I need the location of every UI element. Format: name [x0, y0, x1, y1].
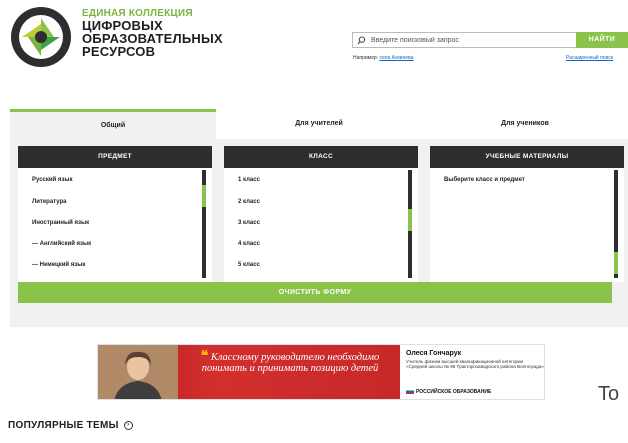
list-item[interactable]: — Английский язык	[32, 241, 91, 247]
tab-students[interactable]: Для учеников	[422, 109, 628, 139]
search-example-link[interactable]: села Ахкинева	[379, 55, 413, 61]
search-button[interactable]: НАЙТИ	[576, 32, 628, 48]
banner-quote: ❝ Классному руководителю необходимо пони…	[184, 349, 396, 375]
list-item[interactable]: Русский язык	[32, 177, 73, 183]
list-item[interactable]: Литература	[32, 199, 67, 205]
person-description: Учитель физики высшей квалификационной к…	[406, 359, 544, 370]
partner-name: РОССИЙСКОЕ ОБРАЗОВАНИЕ	[416, 389, 492, 395]
list-item: Выберите класс и предмет	[444, 177, 525, 183]
popular-topics-title: ПОПУЛЯРНЫЕ ТЕМЫ	[8, 420, 119, 431]
list-item[interactable]: 1 класс	[238, 177, 260, 183]
subject-scroll-thumb[interactable]	[202, 185, 206, 207]
search-icon	[357, 36, 366, 45]
materials-column: УЧЕБНЫЕ МАТЕРИАЛЫ Выберите класс и предм…	[430, 146, 624, 282]
advanced-search-link[interactable]: Расширенный поиск	[566, 55, 613, 61]
materials-scroll-thumb[interactable]	[614, 252, 618, 274]
tab-general[interactable]: Общий	[10, 109, 216, 139]
person-name: Олеся Гончарук	[406, 350, 462, 357]
list-item[interactable]: — Немецкий язык	[32, 262, 85, 268]
grade-column-header: КЛАСС	[224, 146, 418, 168]
materials-column-header: УЧЕБНЫЕ МАТЕРИАЛЫ	[430, 146, 624, 168]
chevron-right-circle-icon[interactable]: ›	[123, 420, 133, 430]
promo-banner[interactable]: ❝ Классному руководителю необходимо пони…	[97, 344, 545, 400]
list-item[interactable]: 2 класс	[238, 199, 260, 205]
search-example-prefix: Например:	[353, 55, 379, 61]
grade-list: 1 класс 2 класс 3 класс 4 класс 5 класс	[224, 168, 418, 282]
filter-tabs: Общий Для учителей Для учеников	[10, 109, 628, 139]
subject-list: Русский язык Литература Иностранный язык…	[18, 168, 212, 282]
clear-form-button[interactable]: ОЧИСТИТЬ ФОРМУ	[18, 282, 612, 303]
materials-scrollbar[interactable]	[614, 170, 618, 278]
banner-person: Олеся Гончарук Учитель физики высшей ква…	[406, 350, 544, 370]
popular-topics-heading[interactable]: ПОПУЛЯРНЫЕ ТЕМЫ ›	[8, 420, 133, 431]
banner-photo	[98, 345, 178, 399]
partner-logo: РОССИЙСКОЕ ОБРАЗОВАНИЕ	[406, 389, 491, 395]
grade-scrollbar[interactable]	[408, 170, 412, 278]
materials-list: Выберите класс и предмет	[430, 168, 624, 282]
person-photo-icon	[98, 345, 178, 399]
list-item[interactable]: 3 класс	[238, 220, 260, 226]
subject-column: ПРЕДМЕТ Русский язык Литература Иностран…	[18, 146, 212, 282]
side-fragment-text: To	[598, 383, 620, 405]
brand-line-4: РЕСУРСОВ	[82, 44, 156, 59]
list-item[interactable]: Иностранный язык	[32, 220, 89, 226]
banner-quote-text: Классному руководителю необходимо понима…	[201, 352, 380, 374]
search-input[interactable]	[371, 33, 571, 47]
list-item[interactable]: 4 класс	[238, 241, 260, 247]
list-item[interactable]: 5 класс	[238, 262, 260, 268]
flag-icon	[406, 389, 414, 395]
subject-scrollbar[interactable]	[202, 170, 206, 278]
tab-teachers[interactable]: Для учителей	[216, 109, 422, 139]
grade-column: КЛАСС 1 класс 2 класс 3 класс 4 класс 5 …	[224, 146, 418, 282]
search-example: Например: села Ахкинева	[353, 55, 413, 61]
collection-logo-icon[interactable]	[10, 6, 72, 68]
brand-title[interactable]: ЕДИНАЯ КОЛЛЕКЦИЯ ЦИФРОВЫХ ОБРАЗОВАТЕЛЬНЫ…	[82, 8, 223, 58]
grade-scroll-thumb[interactable]	[408, 209, 412, 231]
quote-mark-icon: ❝	[200, 349, 209, 364]
subject-column-header: ПРЕДМЕТ	[18, 146, 212, 168]
